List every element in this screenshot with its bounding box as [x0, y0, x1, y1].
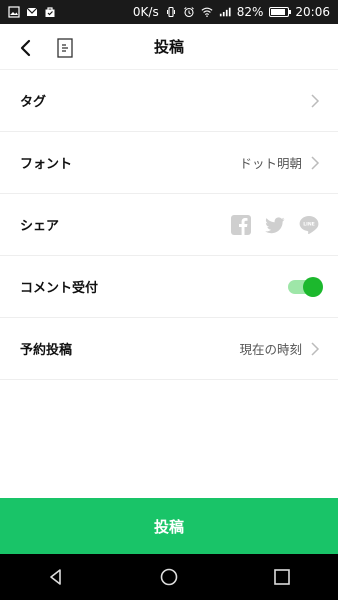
back-button[interactable]	[14, 36, 38, 60]
status-bar: 0K/s 82% 20:06	[0, 0, 338, 24]
post-button[interactable]: 投稿	[0, 498, 338, 554]
image-icon	[8, 6, 20, 18]
battery-icon	[269, 7, 292, 17]
chevron-right-icon	[311, 155, 320, 170]
chevron-right-icon	[311, 341, 320, 356]
status-bar-left	[8, 6, 56, 18]
nav-bar	[0, 554, 338, 600]
font-value: ドット明朝	[239, 156, 302, 171]
bag-icon	[44, 6, 56, 18]
share-icons: LINE	[230, 214, 320, 236]
font-row[interactable]: フォント ドット明朝	[0, 132, 338, 194]
chevron-right-icon	[311, 93, 320, 108]
wifi-icon	[201, 6, 213, 18]
schedule-row-right: 現在の時刻	[239, 339, 320, 358]
nav-home-icon[interactable]	[158, 566, 180, 588]
tag-label: タグ	[20, 95, 47, 110]
nav-back-icon[interactable]	[45, 566, 67, 588]
line-icon[interactable]: LINE	[298, 214, 320, 236]
comment-toggle[interactable]	[288, 276, 323, 297]
battery-percent: 82%	[236, 5, 264, 19]
document-icon	[57, 38, 73, 58]
schedule-value: 現在の時刻	[239, 342, 302, 357]
signal-icon	[219, 6, 231, 18]
net-speed: 0K/s	[132, 5, 159, 19]
share-row: シェア LINE	[0, 194, 338, 256]
tag-row[interactable]: タグ	[0, 70, 338, 132]
tag-row-right	[310, 93, 320, 109]
toggle-knob	[303, 276, 323, 297]
font-label: フォント	[20, 157, 73, 172]
app-header: 投稿	[0, 24, 338, 70]
comment-row: コメント受付	[0, 256, 338, 318]
document-button[interactable]	[54, 36, 76, 60]
schedule-label: 予約投稿	[20, 343, 73, 358]
svg-text:LINE: LINE	[303, 221, 315, 227]
schedule-row[interactable]: 予約投稿 現在の時刻	[0, 318, 338, 380]
page-title: 投稿	[153, 38, 184, 56]
twitter-icon[interactable]	[264, 214, 286, 236]
settings-list: タグ フォント ドット明朝 シェア LINE コメント受付 予約投稿 現在の時刻	[0, 70, 338, 380]
vibrate-icon	[165, 6, 177, 18]
font-row-right: ドット明朝	[239, 153, 320, 172]
facebook-icon[interactable]	[230, 214, 252, 236]
comment-label: コメント受付	[20, 281, 99, 296]
share-label: シェア	[20, 219, 60, 234]
battery-fill	[271, 9, 285, 15]
mail-icon	[26, 6, 38, 18]
clock: 20:06	[295, 5, 330, 19]
alarm-icon	[183, 6, 195, 18]
status-bar-right: 0K/s 82% 20:06	[133, 5, 330, 19]
back-arrow-icon	[20, 39, 31, 57]
nav-recents-icon[interactable]	[271, 566, 293, 588]
